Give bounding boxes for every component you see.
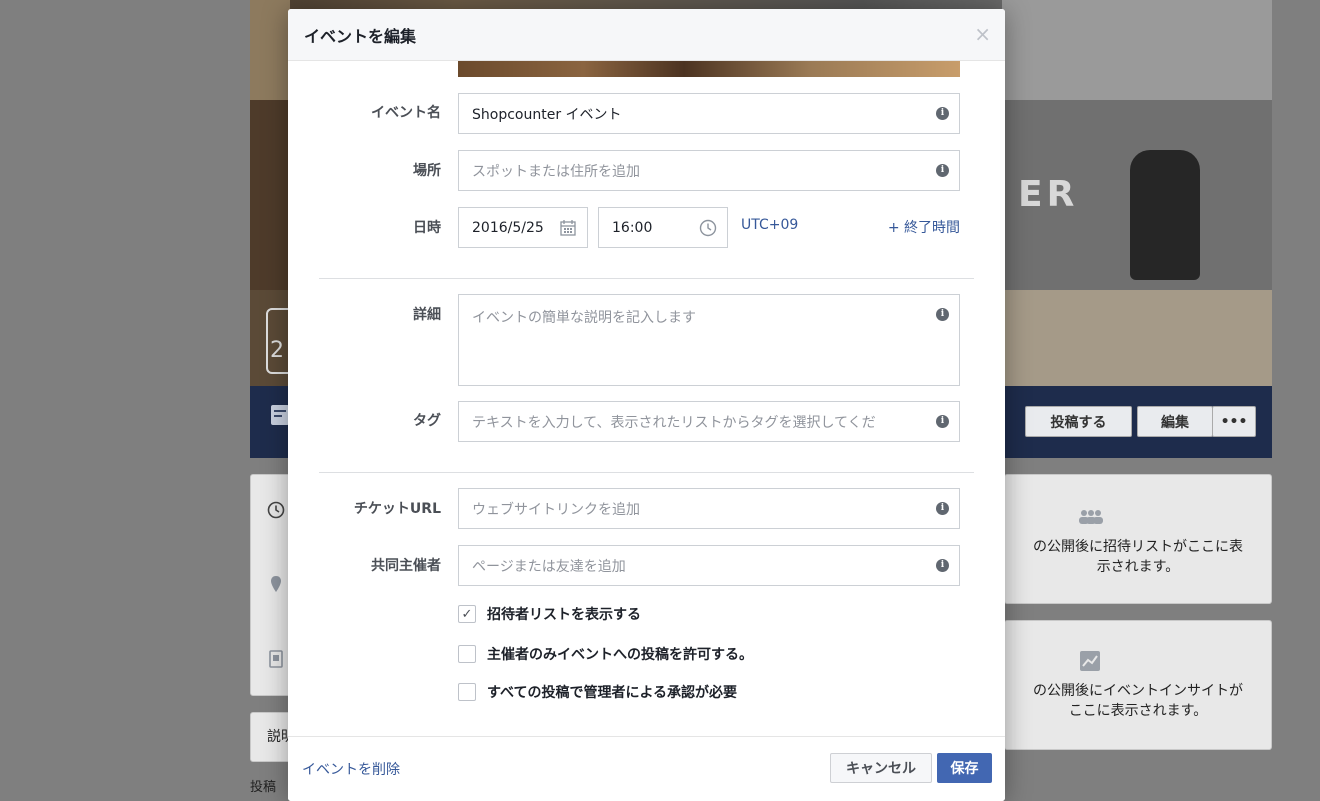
require-approval-option[interactable]: すべての投稿で管理者による承認が必要 — [458, 682, 737, 702]
section-divider — [319, 472, 974, 473]
location-pin-icon — [271, 576, 281, 592]
info-icon[interactable]: i — [936, 106, 949, 120]
invite-list-note-line: 示されます。 — [1096, 559, 1180, 575]
time-value: 16:00 — [612, 219, 653, 236]
show-guest-list-label: 招待者リストを表示する — [487, 607, 641, 623]
details-placeholder: イベントの簡単な説明を記入します — [472, 310, 696, 326]
cover-photo-tile — [1002, 0, 1272, 100]
cancel-button[interactable]: キャンセル — [830, 753, 932, 783]
clock-icon[interactable] — [699, 219, 717, 237]
info-icon[interactable]: i — [936, 414, 949, 428]
timezone-link[interactable]: UTC+09 — [741, 217, 798, 233]
show-guest-list-checkbox[interactable]: ✓ — [458, 605, 476, 623]
posts-section-label: 投稿 — [250, 780, 277, 795]
tags-label: タグ — [413, 413, 441, 429]
time-input[interactable]: 16:00 — [598, 207, 728, 248]
ticket-url-input[interactable]: ウェブサイトリンクを追加 i — [458, 488, 960, 529]
details-textarea[interactable]: イベントの簡単な説明を記入します i — [458, 294, 960, 386]
place-input[interactable]: スポットまたは住所を追加 i — [458, 150, 960, 191]
save-button[interactable]: 保存 — [937, 753, 992, 783]
date-input[interactable]: 2016/5/25 — [458, 207, 588, 248]
ticket-url-placeholder: ウェブサイトリンクを追加 — [472, 501, 640, 518]
cohosts-input[interactable]: ページまたは友達を追加 i — [458, 545, 960, 586]
info-icon[interactable]: i — [936, 308, 949, 321]
cover-photo-tile — [250, 0, 290, 100]
insights-note: の公開後にイベントインサイトが ここに表示されます。 — [1004, 681, 1272, 721]
hosts-only-post-label: 主催者のみイベントへの投稿を許可する。 — [487, 647, 753, 663]
require-approval-checkbox[interactable] — [458, 683, 476, 701]
dialog-header: イベントを編集 × — [288, 9, 1005, 61]
event-name-input[interactable]: Shopcounter イベント i — [458, 93, 960, 134]
more-options-button[interactable]: ••• — [1212, 406, 1256, 437]
insights-chart-icon — [1080, 651, 1100, 671]
date-value: 2016/5/25 — [472, 219, 544, 236]
dialog-title: イベントを編集 — [304, 27, 417, 46]
tags-input[interactable]: テキストを入力して、表示されたリストからタグを選択してくだ i — [458, 401, 960, 442]
dialog-footer: イベントを削除 キャンセル 保存 — [288, 736, 1005, 801]
cover-photo-tile — [250, 100, 290, 290]
edit-event-dialog: イベントを編集 × イベント名 Shopcounter イベント i 場所 スポ… — [288, 9, 1005, 801]
invite-list-note: の公開後に招待リストがここに表 示されます。 — [1004, 537, 1272, 577]
info-icon[interactable]: i — [936, 501, 949, 515]
cover-photo-preview — [458, 61, 960, 77]
datetime-label: 日時 — [413, 220, 441, 236]
place-placeholder: スポットまたは住所を追加 — [472, 163, 640, 180]
info-icon[interactable]: i — [936, 558, 949, 572]
event-page-icon — [271, 405, 289, 425]
cohosts-label: 共同主催者 — [371, 558, 441, 574]
event-name-label: イベント名 — [371, 105, 441, 121]
calendar-icon[interactable] — [559, 219, 577, 237]
post-button[interactable]: 投稿する — [1025, 406, 1132, 437]
clock-icon — [267, 501, 285, 519]
add-end-time-link[interactable]: + 終了時間 — [888, 217, 960, 237]
insights-note-line: の公開後にイベントインサイトが — [1033, 683, 1243, 699]
people-icon — [1079, 510, 1103, 524]
details-label: 詳細 — [413, 307, 441, 323]
hosts-only-post-checkbox[interactable] — [458, 645, 476, 663]
ticket-url-label: チケットURL — [353, 501, 441, 517]
place-label: 場所 — [413, 163, 441, 179]
delete-event-link[interactable]: イベントを削除 — [302, 759, 400, 779]
show-guest-list-option[interactable]: ✓ 招待者リストを表示する — [458, 604, 641, 624]
cover-photo-lettering: ER — [1018, 174, 1079, 215]
ticket-icon — [269, 650, 283, 668]
require-approval-label: すべての投稿で管理者による承認が必要 — [487, 685, 738, 701]
cohosts-placeholder: ページまたは友達を追加 — [472, 558, 626, 575]
hosts-only-post-option[interactable]: 主催者のみイベントへの投稿を許可する。 — [458, 644, 753, 664]
cover-photo-coat — [1130, 150, 1200, 280]
tags-placeholder: テキストを入力して、表示されたリストからタグを選択してくだ — [472, 414, 876, 431]
section-divider — [319, 278, 974, 279]
cover-photo-tile — [1002, 290, 1272, 386]
close-icon[interactable]: × — [974, 23, 991, 45]
invite-list-note-line: の公開後に招待リストがここに表 — [1033, 539, 1243, 555]
event-name-value: Shopcounter イベント — [472, 106, 622, 123]
info-icon[interactable]: i — [936, 163, 949, 177]
edit-button[interactable]: 編集 — [1137, 406, 1213, 437]
insights-note-line: ここに表示されます。 — [1068, 703, 1208, 719]
